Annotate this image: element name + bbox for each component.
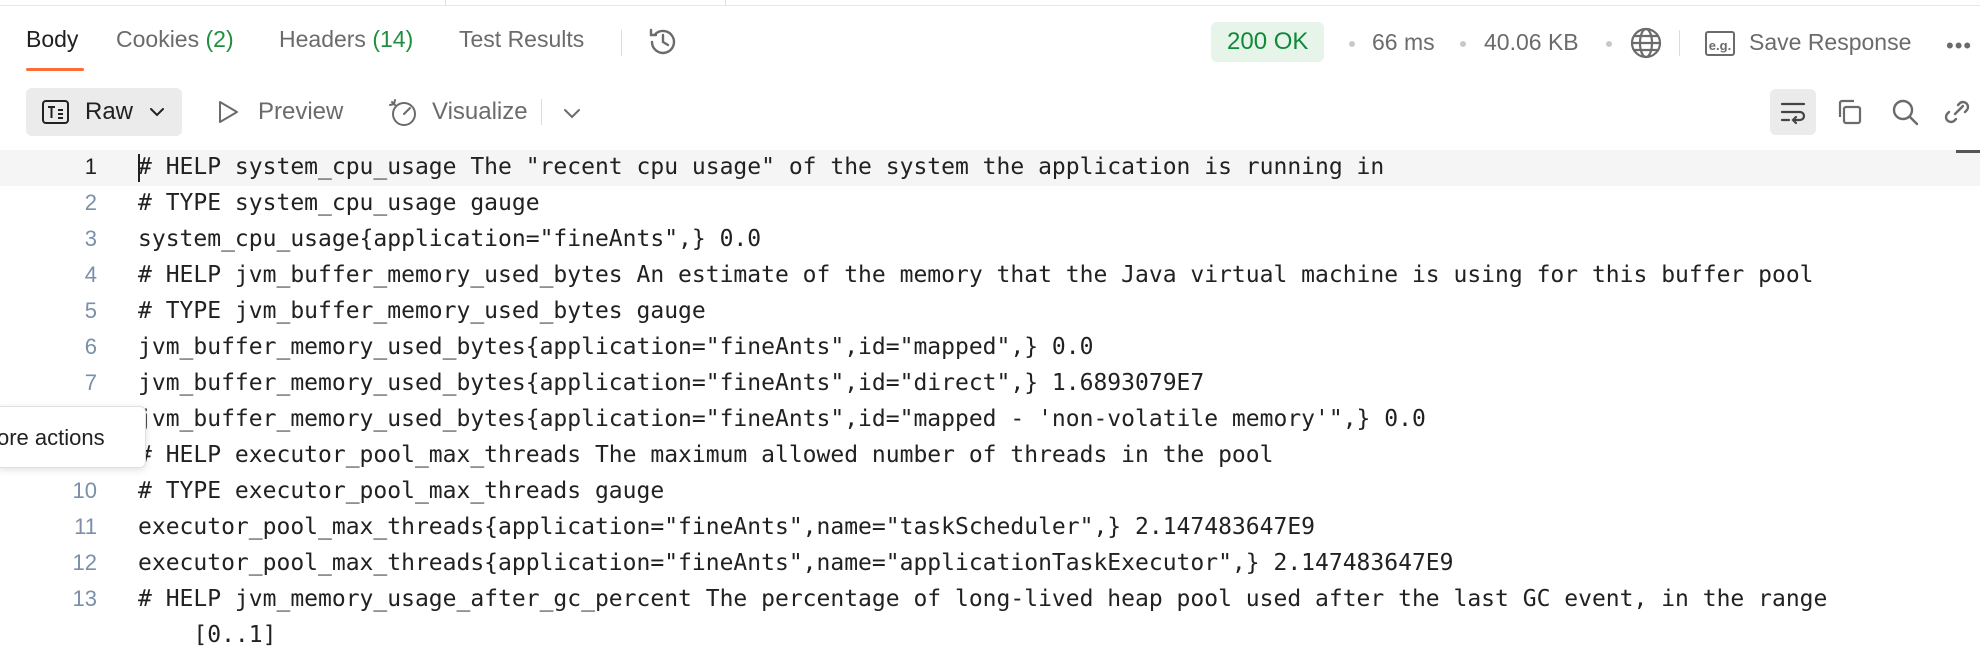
code-line[interactable]: [0..1] — [0, 618, 1980, 654]
code-text: [0..1] — [138, 622, 277, 648]
line-number: 6 — [84, 334, 97, 359]
code-line[interactable]: 1 # HELP system_cpu_usage The "recent cpu… — [0, 150, 1980, 186]
code-line[interactable]: 4 # HELP jvm_buffer_memory_used_bytes An … — [0, 258, 1980, 294]
tab-body[interactable]: Body — [26, 26, 78, 53]
line-number: 3 — [84, 226, 97, 251]
copy-button[interactable] — [1826, 89, 1872, 135]
code-line[interactable]: 3 system_cpu_usage{application="fineAnts"… — [0, 222, 1980, 258]
code-line[interactable]: 7 jvm_buffer_memory_used_bytes{applicatio… — [0, 366, 1980, 402]
tab-label: Headers — [279, 26, 366, 52]
tab-label: Test Results — [459, 26, 585, 52]
visualize-button[interactable]: Visualize — [432, 98, 528, 126]
line-number: 11 — [74, 514, 97, 539]
code-text: # TYPE executor_pool_max_threads gauge — [138, 478, 665, 504]
code-text: jvm_buffer_memory_used_bytes{application… — [138, 370, 1205, 396]
tab-label: Cookies — [116, 26, 200, 52]
line-number: 13 — [72, 586, 97, 611]
link-icon — [1944, 100, 1970, 124]
code-text: # HELP jvm_memory_usage_after_gc_percent… — [138, 586, 1828, 612]
divider — [621, 30, 622, 56]
history-icon[interactable] — [646, 25, 680, 59]
code-text: executor_pool_max_threads{application="f… — [138, 514, 1316, 540]
code-line[interactable]: 10 # TYPE executor_pool_max_threads gauge — [0, 474, 1980, 510]
tab-count: (2) — [205, 26, 234, 52]
top-divider — [725, 0, 726, 5]
code-line[interactable]: 9# HELP executor_pool_max_threads The ma… — [0, 438, 1980, 474]
more-actions-tooltip: ore actions — [0, 406, 146, 468]
response-body-editor[interactable]: 1 # HELP system_cpu_usage The "recent cpu… — [0, 150, 1980, 664]
play-icon — [217, 100, 239, 124]
code-text: # HELP jvm_buffer_memory_used_bytes An e… — [138, 262, 1814, 288]
separator-dot — [1460, 41, 1466, 47]
code-line[interactable]: 11 executor_pool_max_threads{application=… — [0, 510, 1980, 546]
code-line[interactable]: 2 # TYPE system_cpu_usage gauge — [0, 186, 1980, 222]
visualize-icon — [388, 96, 420, 128]
save-response-icon[interactable]: e.g. — [1705, 31, 1735, 56]
tab-count: (14) — [372, 26, 414, 52]
code-text: jvm_buffer_memory_used_bytes{application… — [138, 406, 1426, 432]
code-text: # TYPE jvm_buffer_memory_used_bytes gaug… — [138, 298, 706, 324]
code-text: # HELP executor_pool_max_threads The max… — [138, 442, 1274, 468]
tab-label: Body — [26, 26, 79, 52]
text-format-icon — [42, 100, 69, 124]
wrap-lines-button[interactable] — [1770, 89, 1816, 135]
response-size[interactable]: 40.06 KB — [1484, 29, 1579, 56]
tab-cookies[interactable]: Cookies (2) — [116, 26, 234, 53]
format-label: Raw — [85, 98, 134, 125]
tab-headers[interactable]: Headers (14) — [279, 26, 413, 53]
line-number: 4 — [84, 262, 97, 287]
preview-button[interactable]: Preview — [258, 98, 343, 126]
separator-dot — [1349, 41, 1355, 47]
globe-icon[interactable] — [1629, 26, 1663, 60]
wrap-lines-icon — [1780, 102, 1806, 125]
code-text: # HELP system_cpu_usage The "recent cpu … — [138, 154, 1385, 180]
text-cursor — [138, 154, 140, 182]
code-line[interactable]: 8jvm_buffer_memory_used_bytes{applicatio… — [0, 402, 1980, 438]
status-badge[interactable]: 200 OK — [1211, 22, 1325, 62]
chevron-down-icon[interactable] — [563, 104, 581, 122]
more-options-icon[interactable]: ••• — [1946, 33, 1972, 59]
line-number: 1 — [84, 154, 97, 179]
code-text: system_cpu_usage{application="fineAnts",… — [138, 226, 762, 252]
divider — [541, 99, 542, 125]
line-number: 2 — [84, 190, 97, 215]
divider — [1679, 30, 1680, 56]
response-time[interactable]: 66 ms — [1372, 29, 1435, 56]
search-icon — [1892, 99, 1919, 126]
code-line[interactable]: 13 # HELP jvm_memory_usage_after_gc_perce… — [0, 582, 1980, 618]
line-number: 7 — [84, 370, 97, 395]
link-button[interactable] — [1934, 89, 1980, 135]
code-text: jvm_buffer_memory_used_bytes{application… — [138, 334, 1094, 360]
format-dropdown[interactable]: Raw — [26, 88, 182, 136]
copy-icon — [1838, 99, 1862, 125]
code-text: executor_pool_max_threads{application="f… — [138, 550, 1454, 576]
line-number: 10 — [72, 478, 97, 503]
separator-dot — [1606, 41, 1612, 47]
scrollbar[interactable] — [1956, 150, 1980, 153]
chevron-down-icon — [149, 104, 165, 120]
search-button[interactable] — [1882, 89, 1928, 135]
code-line[interactable]: 12 executor_pool_max_threads{application=… — [0, 546, 1980, 582]
active-tab-indicator — [26, 68, 84, 71]
line-number: 5 — [84, 298, 97, 323]
line-number: 12 — [72, 550, 97, 575]
code-text: # TYPE system_cpu_usage gauge — [138, 190, 540, 216]
tab-test-results[interactable]: Test Results — [459, 26, 584, 53]
top-divider — [445, 0, 446, 5]
code-line[interactable]: 6 jvm_buffer_memory_used_bytes{applicatio… — [0, 330, 1980, 366]
code-line[interactable]: 5 # TYPE jvm_buffer_memory_used_bytes gau… — [0, 294, 1980, 330]
response-tabs: Body Cookies (2) Headers (14) Test Resul… — [0, 6, 1980, 74]
save-response-button[interactable]: Save Response — [1749, 29, 1911, 56]
